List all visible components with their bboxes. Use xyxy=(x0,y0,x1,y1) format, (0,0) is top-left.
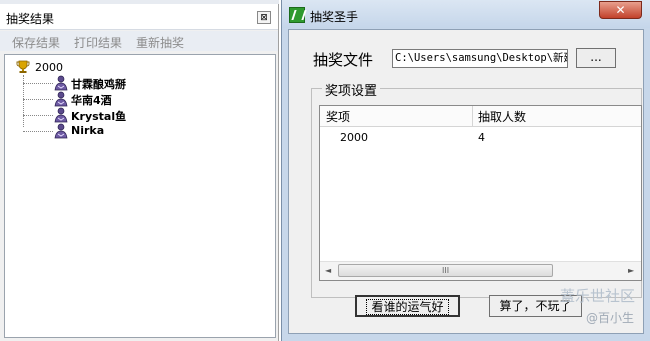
watermark-author: @百小生 xyxy=(586,311,635,325)
count-cell: 4 xyxy=(478,131,485,144)
results-titlebar[interactable]: 抽奖结果 ⊠ xyxy=(0,4,278,30)
column-header-prize[interactable]: 奖项 xyxy=(326,108,350,125)
save-results-menu[interactable]: 保存结果 xyxy=(12,34,60,51)
person-icon xyxy=(54,91,68,107)
scroll-right-icon[interactable]: ► xyxy=(628,266,634,275)
browse-button[interactable]: ... xyxy=(576,48,616,68)
lottery-titlebar[interactable]: 抽奖圣手 ✕ xyxy=(282,0,650,28)
draw-button[interactable]: 看谁的运气好 xyxy=(355,295,460,317)
results-tree[interactable]: 2000 甘霖酿鸡掰 华南4酒 Krystal鱼 Nirka xyxy=(4,54,276,338)
tree-item-label: 甘霖酿鸡掰 xyxy=(71,78,126,91)
app-icon xyxy=(289,7,305,23)
prize-settings-title: 奖项设置 xyxy=(322,80,381,99)
person-icon xyxy=(54,75,68,91)
file-label: 抽奖文件 xyxy=(313,51,374,69)
tree-item-label: Nirka xyxy=(71,124,105,137)
scroll-left-icon[interactable]: ◄ xyxy=(325,266,331,275)
tree-item-label: 华南4酒 xyxy=(71,94,112,107)
close-button[interactable]: ✕ xyxy=(599,1,642,19)
person-icon xyxy=(54,107,68,123)
file-path-field[interactable]: C:\Users\samsung\Desktop\新建 xyxy=(392,49,568,68)
results-close-button[interactable]: ⊠ xyxy=(257,11,271,24)
scroll-thumb[interactable]: III xyxy=(338,264,553,277)
lottery-title: 抽奖圣手 xyxy=(310,10,359,24)
trophy-icon xyxy=(16,60,30,73)
grip-icon: III xyxy=(442,266,450,275)
results-toolbar: 保存结果 打印结果 重新抽奖 xyxy=(0,31,278,51)
results-window: 抽奖结果 ⊠ 保存结果 打印结果 重新抽奖 2000 甘霖酿鸡掰 华南4酒 Kr… xyxy=(0,0,279,341)
horizontal-scrollbar[interactable]: ◄ III ► xyxy=(320,261,641,280)
tree-item-label: Krystal鱼 xyxy=(71,110,127,123)
draw-button-label: 看谁的运气好 xyxy=(366,299,449,315)
prize-table-header: 奖项 抽取人数 xyxy=(320,106,641,127)
redraw-menu[interactable]: 重新抽奖 xyxy=(136,34,184,51)
prize-settings-group: 奖项设置 奖项 抽取人数 2000 4 ◄ III ► xyxy=(311,80,642,298)
prize-cell: 2000 xyxy=(340,131,368,144)
watermark-title: 蓋乐世社区 xyxy=(560,287,636,305)
results-title: 抽奖结果 xyxy=(6,12,55,26)
prize-table[interactable]: 奖项 抽取人数 2000 4 ◄ III ► xyxy=(319,105,642,281)
person-icon xyxy=(54,123,68,139)
print-results-menu[interactable]: 打印结果 xyxy=(74,34,122,51)
column-header-count[interactable]: 抽取人数 xyxy=(478,108,526,125)
tree-root-label: 2000 xyxy=(35,61,63,74)
